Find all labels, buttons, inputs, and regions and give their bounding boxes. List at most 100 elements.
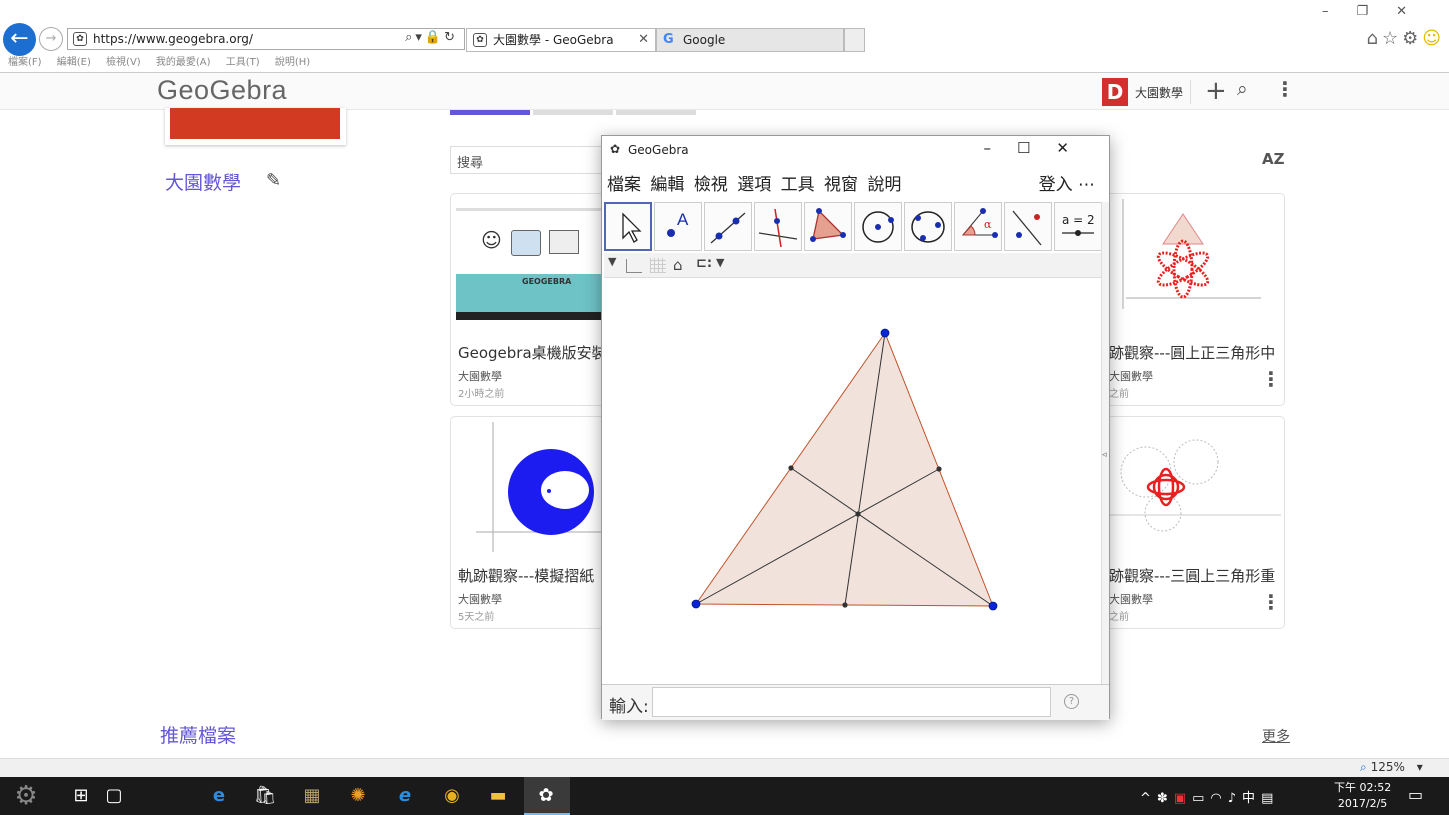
collapse-arrow-icon[interactable]: ◃ xyxy=(1102,450,1107,460)
menu-file[interactable]: 檔案(F) xyxy=(8,57,42,68)
gear-icon[interactable]: ⚙ xyxy=(1402,28,1422,49)
avatar[interactable]: D xyxy=(1102,78,1128,106)
settings-gear-icon[interactable]: ⚙ xyxy=(13,783,39,809)
task-view-icon[interactable]: ▢ xyxy=(101,783,127,809)
menu-window[interactable]: 視窗 xyxy=(824,175,858,195)
maximize-icon[interactable]: ☐ xyxy=(1017,139,1056,157)
create-button[interactable]: + xyxy=(1205,76,1227,106)
menu-favorites[interactable]: 我的最愛(A) xyxy=(156,57,211,68)
menu-view[interactable]: 檢視(V) xyxy=(106,57,141,68)
graphics-view[interactable] xyxy=(602,279,1101,684)
chrome-icon[interactable]: ◉ xyxy=(439,783,465,809)
input-field[interactable] xyxy=(652,687,1051,717)
material-card[interactable]: 軌跡觀察---模擬摺紙 大園數學 5天之前 xyxy=(450,416,610,629)
grid-toggle-icon[interactable] xyxy=(650,258,666,273)
axes-toggle-icon[interactable] xyxy=(626,259,642,273)
reflect-tool[interactable] xyxy=(1004,202,1052,251)
restore-icon[interactable]: ❐ xyxy=(1356,4,1396,19)
menu-help[interactable]: 說明(H) xyxy=(275,57,310,68)
battery-icon[interactable]: ▭ xyxy=(1192,791,1210,806)
midpoint[interactable] xyxy=(936,466,942,472)
material-card[interactable]: ☺ GEOGEBRA Geogebra桌機版安裝 大園數學 2小時之前 xyxy=(450,193,610,406)
menu-view[interactable]: 檢視 xyxy=(694,175,728,195)
window-controls[interactable]: –☐✕ xyxy=(983,139,1095,157)
perpendicular-line-tool[interactable] xyxy=(754,202,802,251)
midpoint[interactable] xyxy=(842,602,848,608)
material-card[interactable]: 跡觀察---圓上正三角形中 大園數學 之前 ⋮ xyxy=(1100,193,1285,406)
circle-center-tool[interactable] xyxy=(854,202,902,251)
volume-icon[interactable]: ♪ xyxy=(1228,791,1242,806)
menu-file[interactable]: 檔案 xyxy=(607,175,641,195)
login-button[interactable]: 登入 ⋯ xyxy=(1039,170,1095,195)
keyboard-icon[interactable]: ▤ xyxy=(1261,791,1279,806)
picasa-icon[interactable]: ✺ xyxy=(345,783,371,809)
forward-button[interactable]: → xyxy=(39,27,63,51)
close-icon[interactable]: ✕ xyxy=(1056,139,1095,157)
menu-options[interactable]: 選項 xyxy=(737,175,771,195)
notification-icon[interactable]: ▭ xyxy=(1408,785,1423,804)
slider-tool[interactable]: a = 2 xyxy=(1054,202,1102,251)
store-icon[interactable]: 🛍 xyxy=(252,783,278,809)
window-controls[interactable]: –❐✕ xyxy=(1322,4,1435,19)
vertex-point[interactable] xyxy=(880,328,890,338)
back-button[interactable]: ← xyxy=(3,23,36,56)
chevron-down-icon[interactable]: ▾ xyxy=(1417,760,1423,774)
tab-google[interactable]: G Google xyxy=(656,28,844,52)
polygon-tool[interactable] xyxy=(804,202,852,251)
vertex-point[interactable] xyxy=(988,601,998,611)
file-explorer-icon[interactable]: ▬ xyxy=(485,783,511,809)
minimize-icon[interactable]: – xyxy=(1322,4,1357,19)
card-more-icon[interactable]: ⋮ xyxy=(1261,590,1281,614)
card-author[interactable]: 大園數學 xyxy=(458,591,502,607)
favorites-star-icon[interactable]: ☆ xyxy=(1382,28,1402,49)
new-tab-button[interactable] xyxy=(844,28,865,52)
sort-az-icon[interactable]: AZ xyxy=(1262,150,1285,168)
windows-start-icon[interactable]: ⊞ xyxy=(68,783,94,809)
graphics-canvas[interactable] xyxy=(602,279,1101,684)
tray-red-icon[interactable]: ▣ xyxy=(1174,791,1192,806)
view-splitter[interactable]: ◃ xyxy=(1101,202,1109,684)
zoom-level[interactable]: ⌕ 125% ▾ xyxy=(1360,760,1423,775)
point-capture-icon[interactable]: ⊏: xyxy=(696,256,712,271)
menu-help[interactable]: 說明 xyxy=(867,175,901,195)
geogebra-logo[interactable]: GeoGebra xyxy=(157,75,287,106)
address-bar[interactable]: ✿ https://www.geogebra.org/ ⌕▾🔒↻ xyxy=(67,28,465,50)
more-link[interactable]: 更多 xyxy=(1262,726,1290,746)
point-tool[interactable]: A xyxy=(654,202,702,251)
minimize-icon[interactable]: – xyxy=(983,139,1017,157)
angle-tool[interactable]: α xyxy=(954,202,1002,251)
card-title[interactable]: Geogebra桌機版安裝 xyxy=(458,342,607,363)
circle-three-points-tool[interactable] xyxy=(904,202,952,251)
triangle-polygon[interactable] xyxy=(695,331,994,607)
close-icon[interactable]: ✕ xyxy=(1396,4,1435,19)
system-tray[interactable]: ^✽▣▭◠♪中▤ xyxy=(1140,787,1279,806)
user-name[interactable]: 大園數學 xyxy=(1135,84,1183,101)
chevron-up-icon[interactable]: ^ xyxy=(1140,791,1157,806)
card-more-icon[interactable]: ⋮ xyxy=(1261,367,1281,391)
more-menu-icon[interactable]: ⋮ xyxy=(1275,77,1295,101)
ime-indicator[interactable]: 中 xyxy=(1242,791,1261,806)
menu-tools[interactable]: 工具 xyxy=(781,175,815,195)
tray-app-icon[interactable]: ✽ xyxy=(1157,791,1174,806)
card-title[interactable]: 跡觀察---三圓上三角形重 xyxy=(1109,565,1275,586)
window-titlebar[interactable]: ✿ GeoGebra –☐✕ xyxy=(602,136,1109,164)
menu-edit[interactable]: 編輯 xyxy=(650,175,684,195)
line-tool[interactable] xyxy=(704,202,752,251)
address-actions-icon[interactable]: ⌕▾🔒↻ xyxy=(405,30,458,45)
vertex-point[interactable] xyxy=(691,599,701,609)
clock[interactable]: 下午 02:52 2017/2/5 xyxy=(1334,780,1391,812)
move-tool[interactable] xyxy=(604,202,652,251)
home-icon[interactable]: ⌂ xyxy=(1367,28,1382,49)
search-input[interactable]: 搜尋 xyxy=(450,146,602,174)
edit-pencil-icon[interactable]: ✎ xyxy=(266,170,281,191)
more-icon[interactable]: ⋯ xyxy=(1078,175,1095,195)
card-title[interactable]: 軌跡觀察---模擬摺紙 xyxy=(458,565,594,586)
menu-tools[interactable]: 工具(T) xyxy=(226,57,260,68)
chevron-down-icon[interactable]: ▼ xyxy=(716,256,724,269)
card-author[interactable]: 大園數學 xyxy=(1109,368,1153,384)
app-icon[interactable]: ▦ xyxy=(299,783,325,809)
tab-geogebra[interactable]: ✿ 大園數學 - GeoGebra ✕ xyxy=(466,28,656,52)
close-tab-icon[interactable]: ✕ xyxy=(638,29,649,51)
geogebra-taskbar-icon[interactable]: ✿ xyxy=(533,783,559,809)
search-icon[interactable]: ⌕ xyxy=(1237,78,1248,100)
